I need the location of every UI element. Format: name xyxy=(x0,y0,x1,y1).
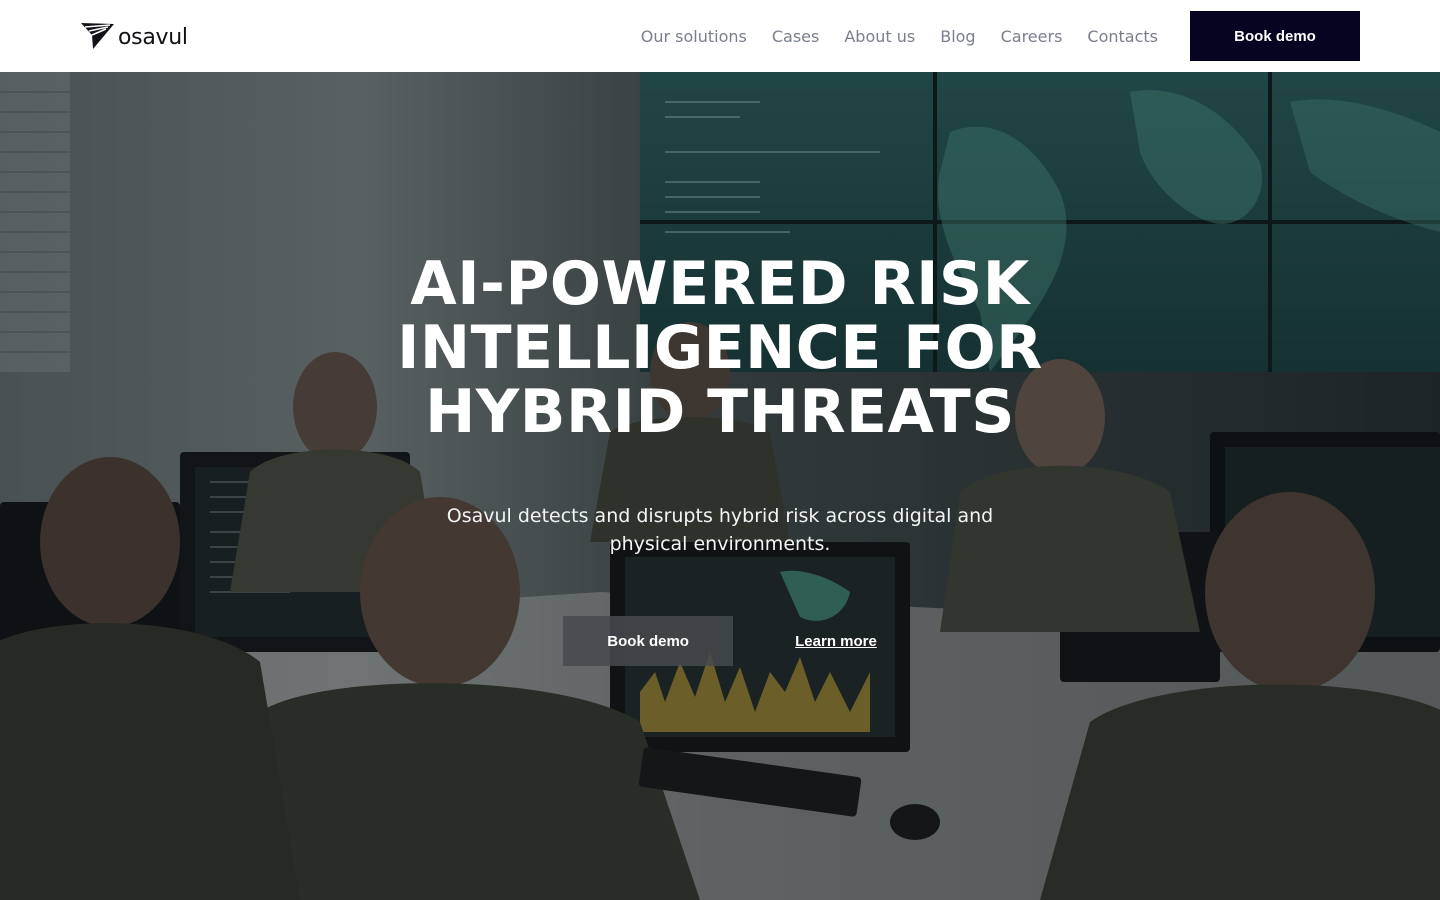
logo-text: osavul xyxy=(118,24,188,50)
learn-more-link[interactable]: Learn more xyxy=(795,633,877,650)
nav-careers[interactable]: Careers xyxy=(1001,27,1063,46)
header-book-demo-button[interactable]: Book demo xyxy=(1190,11,1360,61)
hero-book-demo-button[interactable]: Book demo xyxy=(563,616,734,666)
hero-title: AI-POWERED RISK INTELLIGENCE FOR HYBRID … xyxy=(397,249,1043,447)
nav-about-us[interactable]: About us xyxy=(844,27,915,46)
hero-section: AI-POWERED RISK INTELLIGENCE FOR HYBRID … xyxy=(0,72,1440,900)
site-header: osavul Our solutions Cases About us Blog… xyxy=(0,0,1440,72)
nav-our-solutions[interactable]: Our solutions xyxy=(641,27,747,46)
hero-content: AI-POWERED RISK INTELLIGENCE FOR HYBRID … xyxy=(0,72,1440,900)
logo[interactable]: osavul xyxy=(80,21,188,51)
hero-subtitle: Osavul detects and disrupts hybrid risk … xyxy=(446,505,994,555)
paper-plane-icon xyxy=(81,23,114,49)
nav-contacts[interactable]: Contacts xyxy=(1087,27,1158,46)
nav-blog[interactable]: Blog xyxy=(940,27,975,46)
hero-actions: Book demo Learn more xyxy=(563,616,877,666)
nav-cases[interactable]: Cases xyxy=(772,27,820,46)
main-nav: Our solutions Cases About us Blog Career… xyxy=(641,27,1158,46)
